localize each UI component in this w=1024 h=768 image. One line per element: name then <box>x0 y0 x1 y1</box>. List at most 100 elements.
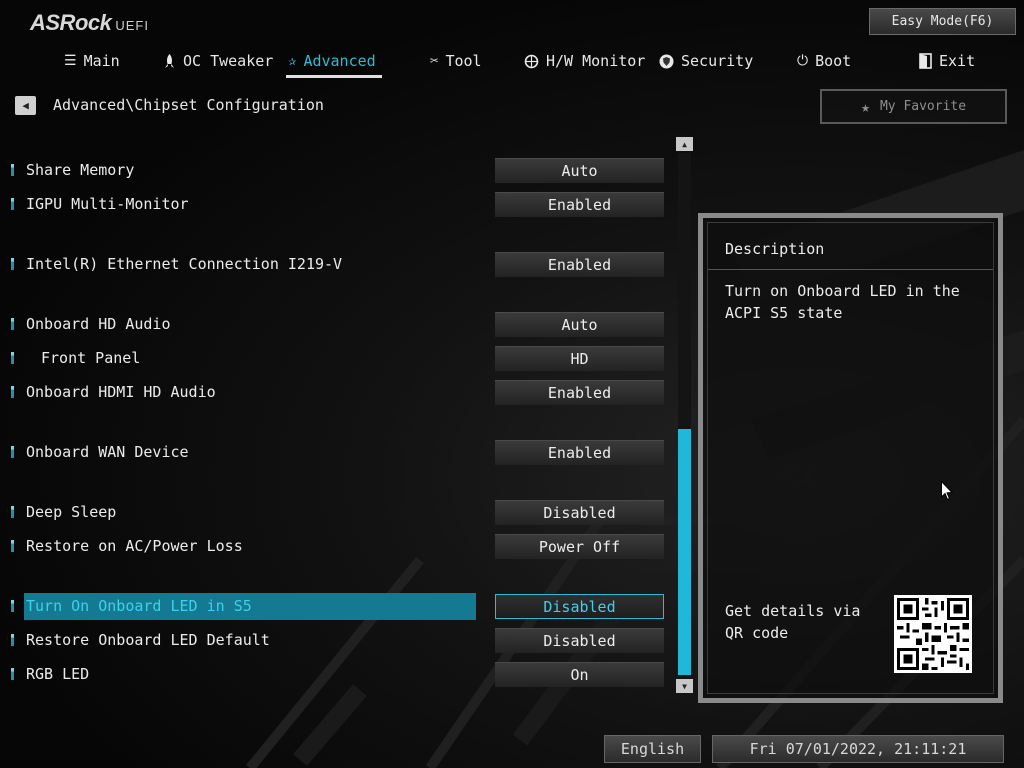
tab-oc-tweaker[interactable]: OC Tweaker <box>163 48 273 74</box>
tab-main[interactable]: ☰ Main <box>64 48 120 74</box>
tab-hw-monitor[interactable]: H/W Monitor <box>524 48 645 74</box>
asrock-logo: ASRock UEFI <box>30 10 149 36</box>
setting-row-igpu-multi-monitor[interactable]: IGPU Multi-Monitor Enabled <box>0 191 670 217</box>
monitor-icon <box>524 54 539 68</box>
description-inner: Description Turn on Onboard LED in the A… <box>707 222 994 694</box>
tab-label: Tool <box>445 52 482 70</box>
info-indicator-icon <box>11 352 14 364</box>
setting-value-button[interactable]: Enabled <box>495 192 664 217</box>
setting-row-deep-sleep[interactable]: Deep Sleep Disabled <box>0 499 670 525</box>
info-indicator-icon <box>11 164 14 176</box>
info-indicator-icon <box>11 540 14 552</box>
tab-security[interactable]: Security <box>659 48 753 74</box>
setting-value-button[interactable]: Enabled <box>495 380 664 405</box>
settings-scrollbar[interactable]: ▲ ▼ <box>676 137 693 694</box>
setting-value-button[interactable]: Power Off <box>495 534 664 559</box>
setting-row-share-memory[interactable]: Share Memory Auto <box>0 157 670 183</box>
setting-value-button[interactable]: Disabled <box>495 500 664 525</box>
logo-brand: ASRock <box>30 10 112 35</box>
setting-value-button[interactable]: Auto <box>495 158 664 183</box>
scroll-up-button[interactable]: ▲ <box>676 137 693 151</box>
info-indicator-icon <box>11 668 14 680</box>
back-button[interactable]: ◀ <box>15 96 36 115</box>
info-indicator-icon <box>11 600 14 612</box>
tab-label: Exit <box>939 52 976 70</box>
active-tab-underline <box>286 75 382 78</box>
setting-row-rgb-led[interactable]: RGB LED On <box>0 661 670 687</box>
tab-advanced[interactable]: ✰ Advanced <box>288 48 376 74</box>
setting-row-restore-ac-power-loss[interactable]: Restore on AC/Power Loss Power Off <box>0 533 670 559</box>
setting-value-button[interactable]: HD <box>495 346 664 371</box>
qr-code-icon <box>894 595 972 673</box>
setting-label: Front Panel <box>41 349 141 367</box>
main-nav: ☰ Main OC Tweaker ✰ Advanced ✂ Tool H/W … <box>0 48 1024 78</box>
setting-label: Restore Onboard LED Default <box>26 631 270 649</box>
tab-label: Boot <box>815 52 852 70</box>
setting-value-button[interactable]: Disabled <box>495 628 664 653</box>
setting-row-front-panel[interactable]: Front Panel HD <box>0 345 670 371</box>
setting-value-button[interactable]: Enabled <box>495 252 664 277</box>
breadcrumb: Advanced\Chipset Configuration <box>53 96 324 114</box>
setting-label: Restore on AC/Power Loss <box>26 537 243 555</box>
info-indicator-icon <box>11 634 14 646</box>
shield-icon <box>659 54 674 68</box>
description-panel: Description Turn on Onboard LED in the A… <box>698 213 1003 703</box>
tab-boot[interactable]: ⏻ Boot <box>797 48 851 74</box>
tab-label: H/W Monitor <box>546 52 646 70</box>
info-indicator-icon <box>11 386 14 398</box>
setting-label: IGPU Multi-Monitor <box>26 195 189 213</box>
star-icon: ✰ <box>288 53 297 69</box>
setting-label: RGB LED <box>26 665 90 683</box>
setting-row-onboard-wan-device[interactable]: Onboard WAN Device Enabled <box>0 439 670 465</box>
setting-row-intel-ethernet[interactable]: Intel(R) Ethernet Connection I219-V Enab… <box>0 251 670 277</box>
scroll-thumb[interactable] <box>678 429 691 675</box>
rocket-icon <box>165 53 174 68</box>
setting-row-onboard-hdmi-hd-audio[interactable]: Onboard HDMI HD Audio Enabled <box>0 379 670 405</box>
setting-label: Deep Sleep <box>26 503 117 521</box>
arrow-down-icon: ▼ <box>682 681 687 691</box>
scroll-down-button[interactable]: ▼ <box>676 679 693 693</box>
setting-label: Turn On Onboard LED in S5 <box>26 597 252 615</box>
favorite-label: My Favorite <box>879 99 967 114</box>
star-icon: ★ <box>860 97 870 116</box>
setting-row-onboard-hd-audio[interactable]: Onboard HD Audio Auto <box>0 311 670 337</box>
tab-tool[interactable]: ✂ Tool <box>430 48 482 74</box>
exit-icon <box>919 53 932 69</box>
tab-label: OC Tweaker <box>183 52 274 70</box>
mouse-cursor-icon <box>941 481 953 501</box>
tools-icon: ✂ <box>430 53 439 69</box>
info-indicator-icon <box>11 258 14 270</box>
info-indicator-icon <box>11 318 14 330</box>
datetime-display: Fri 07/01/2022, 21:11:21 <box>712 735 1004 763</box>
info-indicator-icon <box>11 446 14 458</box>
setting-row-turn-on-onboard-led-s5[interactable]: Turn On Onboard LED in S5 Disabled <box>0 593 670 620</box>
qr-caption: Get details via QR code <box>725 602 861 642</box>
setting-value-button[interactable]: Enabled <box>495 440 664 465</box>
arrow-up-icon: ▲ <box>682 139 687 149</box>
setting-row-restore-onboard-led-default[interactable]: Restore Onboard LED Default Disabled <box>0 627 670 653</box>
language-button[interactable]: English <box>604 735 701 763</box>
tab-label: Main <box>83 52 120 70</box>
tab-exit[interactable]: Exit <box>919 48 975 74</box>
power-icon: ⏻ <box>797 53 809 69</box>
uefi-screen: ASRock UEFI Easy Mode(F6) ☰ Main OC Tweak… <box>0 0 1024 768</box>
my-favorite-button[interactable]: ★ My Favorite <box>820 89 1007 124</box>
setting-label: Intel(R) Ethernet Connection I219-V <box>26 255 343 273</box>
tab-label: Security <box>681 52 754 70</box>
setting-value-button[interactable]: On <box>495 662 664 687</box>
info-indicator-icon <box>11 198 14 210</box>
setting-value-button[interactable]: Disabled <box>495 594 664 619</box>
setting-label: Onboard WAN Device <box>26 443 189 461</box>
info-indicator-icon <box>11 506 14 518</box>
setting-label: Onboard HDMI HD Audio <box>26 383 216 401</box>
setting-value-button[interactable]: Auto <box>495 312 664 337</box>
setting-label: Share Memory <box>26 161 135 179</box>
description-divider <box>708 269 993 270</box>
arrow-left-icon: ◀ <box>22 99 29 112</box>
description-title: Description <box>725 240 825 258</box>
easy-mode-button[interactable]: Easy Mode(F6) <box>869 8 1016 35</box>
setting-label: Onboard HD Audio <box>26 315 171 333</box>
description-text: Turn on Onboard LED in the ACPI S5 state <box>725 282 960 322</box>
logo-uefi: UEFI <box>115 18 149 33</box>
tab-label: Advanced <box>303 52 376 70</box>
